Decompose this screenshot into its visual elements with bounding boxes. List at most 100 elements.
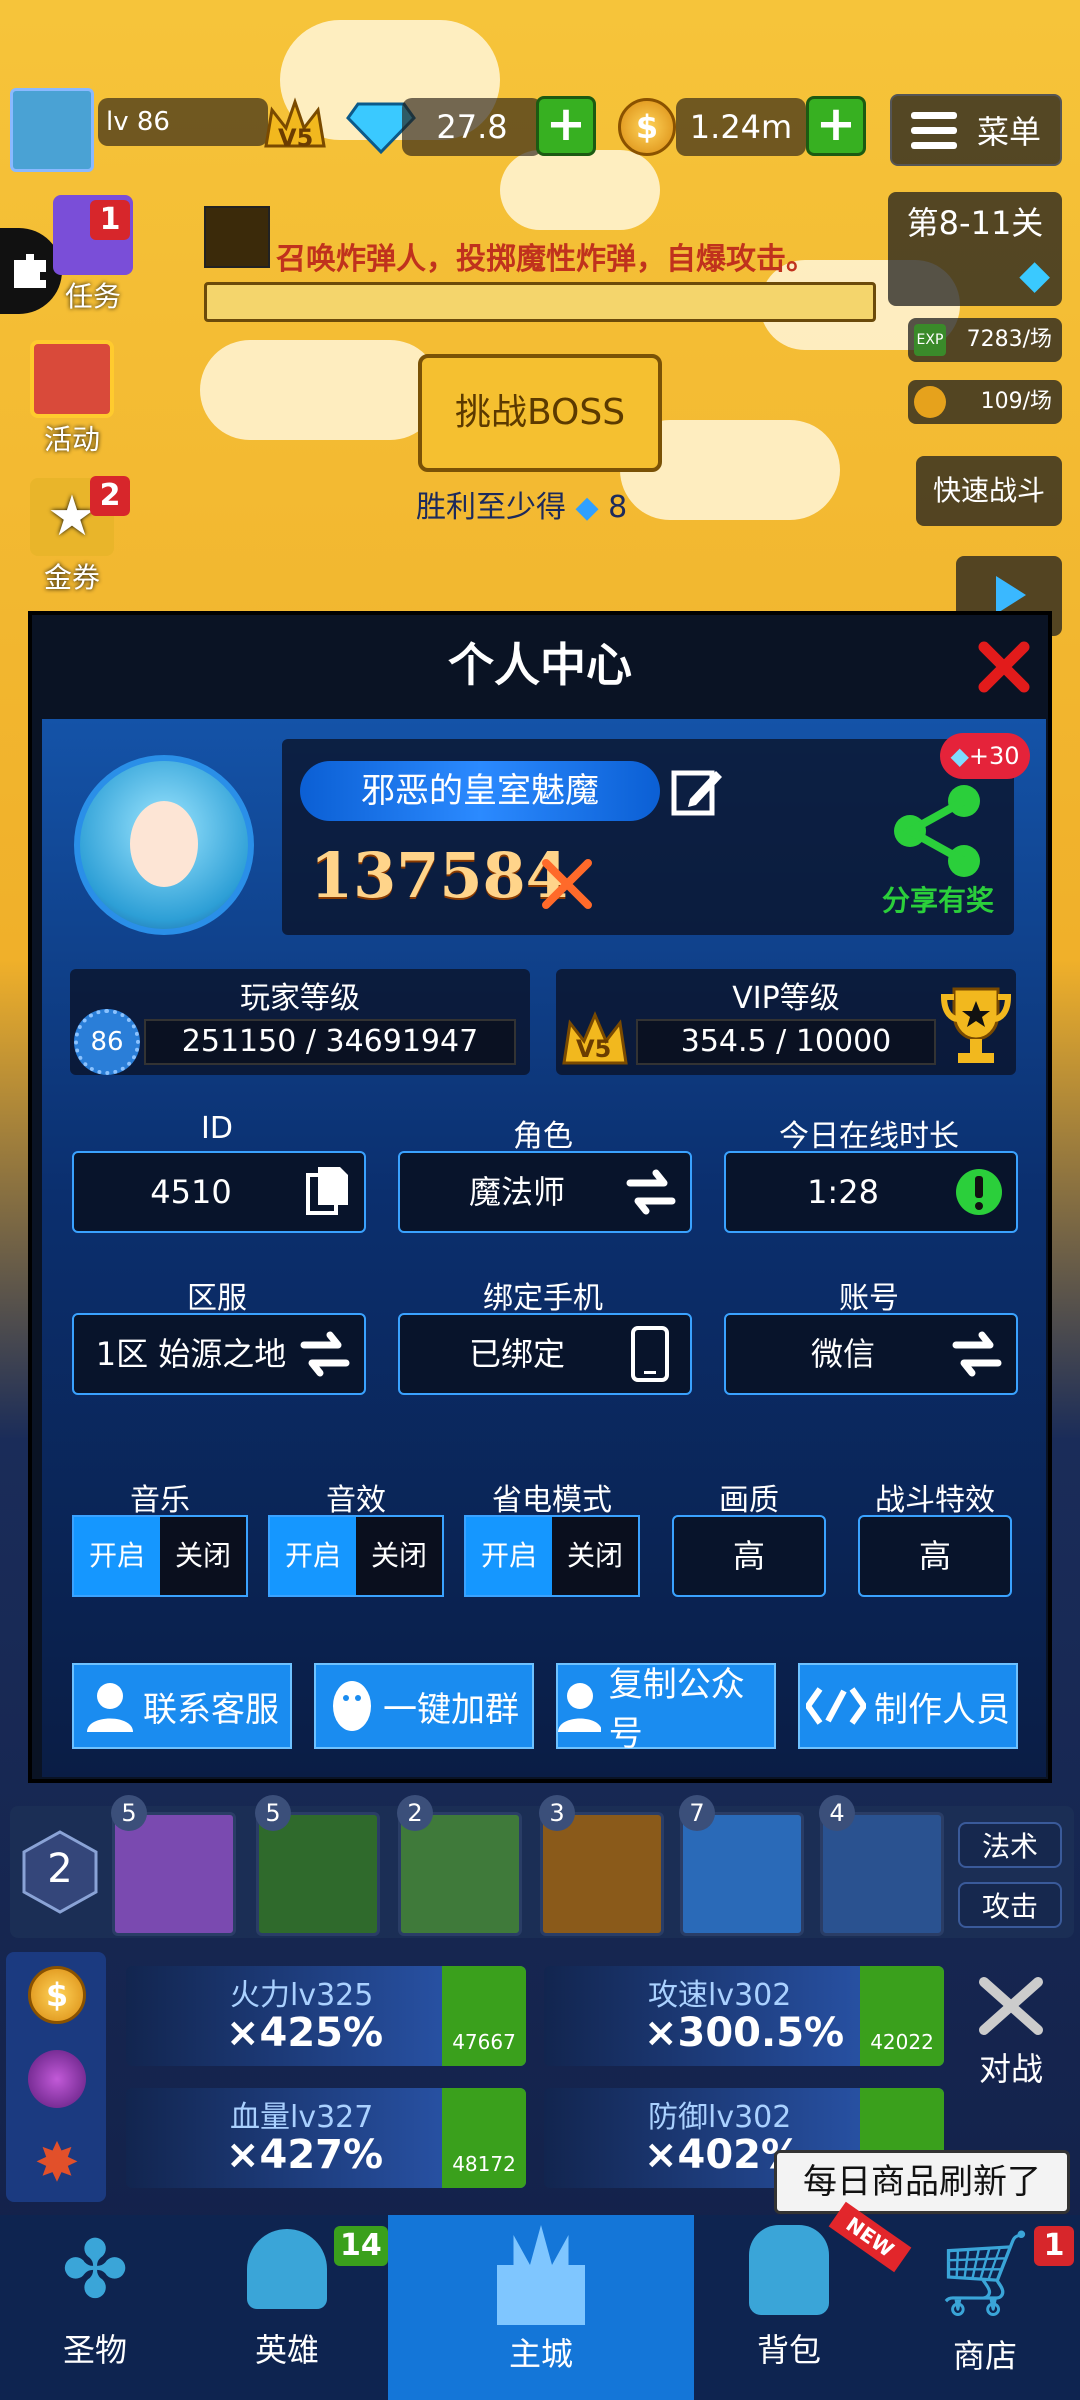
tab-relic[interactable]: ✤ 圣物 <box>0 2215 190 2400</box>
stat-cost[interactable]: 42022 <box>860 1966 944 2066</box>
player-name: 邪恶的皇室魅魔 <box>361 771 599 811</box>
trophy-icon[interactable] <box>940 983 1012 1069</box>
share-bonus: +30 <box>968 742 1020 770</box>
gold-count: 1.24m <box>676 98 806 156</box>
profile-modal: 个人中心 邪恶的皇室魅魔 137584 分享有奖 ◆+30 玩家等级 86 25… <box>28 611 1052 1783</box>
music-off[interactable]: 关闭 <box>160 1517 246 1595</box>
swirl-tab-icon[interactable] <box>28 2050 86 2108</box>
effects-select[interactable]: 高 <box>858 1515 1012 1597</box>
stage-indicator[interactable]: 第8-11关 ◆ <box>888 192 1062 306</box>
exp-rate: EXP 7283/场 <box>908 318 1062 362</box>
online-time-value: 1:28 <box>807 1173 879 1211</box>
copy-official-account-button[interactable]: 复制公众号 <box>556 1663 776 1754</box>
gold-tab-icon[interactable]: $ <box>28 1966 86 2024</box>
tab-bag-label: 背包 <box>756 2331 821 2369</box>
add-gold-button[interactable]: + <box>806 96 866 156</box>
server-value: 1区 始源之地 <box>95 1335 287 1373</box>
battle-label: 对战 <box>978 2050 1043 2088</box>
skill-count: 7 <box>679 1795 715 1831</box>
power-save-off[interactable]: 关闭 <box>552 1517 638 1595</box>
gold-coin-icon: $ <box>618 98 676 156</box>
coupon-badge: 2 <box>90 476 130 516</box>
online-time-field[interactable]: 1:28 <box>724 1151 1018 1233</box>
shop-badge: 1 <box>1034 2226 1074 2266</box>
power-save-toggle[interactable]: 开启 关闭 <box>464 1515 640 1597</box>
activity-label: 活动 <box>43 423 100 456</box>
stat-title: 攻速lv302 <box>648 1978 792 2013</box>
gift-icon <box>30 340 114 418</box>
power-save-on[interactable]: 开启 <box>466 1517 552 1595</box>
exp-rate-text: 7283/场 <box>966 327 1052 352</box>
menu-button[interactable]: 菜单 <box>890 94 1062 166</box>
add-gems-button[interactable]: + <box>536 96 596 156</box>
share-button[interactable]: 分享有奖 <box>868 771 1008 927</box>
user-icon <box>558 1683 601 1732</box>
support-agent-icon <box>87 1683 133 1732</box>
share-bonus-badge: ◆+30 <box>940 733 1030 779</box>
boss-reward-amount: 8 <box>608 490 628 525</box>
join-group-label: 一键加群 <box>383 1689 519 1730</box>
attack-speed-stat[interactable]: 攻速lv302 ×300.5% 42022 <box>544 1966 944 2066</box>
server-label: 区服 <box>187 1281 247 1316</box>
close-button[interactable] <box>976 639 1032 695</box>
castle-icon <box>497 2225 585 2325</box>
skill-slot-2[interactable]: 5 <box>255 1795 380 1936</box>
skill-level: 2 <box>47 1846 73 1892</box>
skill-slot-4[interactable]: 3 <box>539 1795 664 1936</box>
role-field[interactable]: 魔法师 <box>398 1151 692 1233</box>
challenge-boss-button[interactable]: 挑战BOSS <box>418 354 662 472</box>
boss-reward: 胜利至少得 ◆ 8 <box>416 482 676 526</box>
contact-support-button[interactable]: 联系客服 <box>72 1663 292 1749</box>
player-avatar[interactable] <box>74 755 254 935</box>
credits-button[interactable]: 制作人员 <box>798 1663 1018 1749</box>
sfx-toggle[interactable]: 开启 关闭 <box>268 1515 444 1597</box>
gold-rate-text: 109/场 <box>980 389 1052 414</box>
level-badge-text: 86 <box>90 1027 124 1057</box>
battle-button[interactable]: 对战 <box>956 1976 1066 2088</box>
firepower-stat[interactable]: 火力lv325 ×425% 47667 <box>126 1966 526 2066</box>
join-group-button[interactable]: 一键加群 <box>314 1663 534 1749</box>
boss-message: 召唤炸弹人，投掷魔性炸弹，自爆攻击。 <box>276 242 816 277</box>
daily-refresh-toast: 每日商品刷新了 <box>774 2150 1070 2214</box>
server-field[interactable]: 1区 始源之地 <box>72 1313 366 1395</box>
player-level-title: 玩家等级 <box>240 981 360 1016</box>
stat-cost[interactable]: 48172 <box>442 2088 526 2188</box>
tab-city[interactable]: 主城 <box>388 2215 694 2400</box>
phone-field[interactable]: 已绑定 <box>398 1313 692 1395</box>
attack-tab[interactable]: 攻击 <box>958 1882 1062 1928</box>
stat-cost[interactable]: 47667 <box>442 1966 526 2066</box>
id-field[interactable]: 4510 <box>72 1151 366 1233</box>
player-info-panel: 邪恶的皇室魅魔 137584 分享有奖 ◆+30 <box>282 733 1030 935</box>
player-avatar-small[interactable] <box>10 88 94 172</box>
skill-count: 4 <box>819 1795 855 1831</box>
coupon-label: 金券 <box>43 561 100 594</box>
magic-tab[interactable]: 法术 <box>958 1822 1062 1868</box>
music-toggle[interactable]: 开启 关闭 <box>72 1515 248 1597</box>
skill-level-hex[interactable]: 2 <box>18 1830 102 1914</box>
vip-progress: 354.5 / 10000 <box>636 1019 936 1065</box>
quality-select[interactable]: 高 <box>672 1515 826 1597</box>
sfx-on[interactable]: 开启 <box>270 1517 356 1595</box>
id-value: 4510 <box>150 1173 232 1211</box>
sfx-label: 音效 <box>326 1483 386 1518</box>
skill-slot-3[interactable]: 2 <box>397 1795 522 1936</box>
music-on[interactable]: 开启 <box>74 1517 160 1595</box>
edit-name-button[interactable] <box>670 765 724 819</box>
sfx-off[interactable]: 关闭 <box>356 1517 442 1595</box>
skill-slot-1[interactable]: 5 <box>111 1795 236 1936</box>
account-label: 账号 <box>839 1281 899 1316</box>
skill-slot-6[interactable]: 4 <box>819 1795 944 1936</box>
quick-battle-button[interactable]: 快速战斗 <box>916 456 1062 526</box>
account-field[interactable]: 微信 <box>724 1313 1018 1395</box>
skill-slot-5[interactable]: 7 <box>679 1795 804 1936</box>
star-tab-icon[interactable]: ✸ <box>28 2134 86 2192</box>
combat-power: 137584 <box>310 839 569 912</box>
penguin-icon <box>333 1681 371 1731</box>
vip-crown-icon[interactable]: V5 <box>262 96 328 156</box>
player-level-panel: 玩家等级 86 251150 / 34691947 <box>70 969 530 1075</box>
switch-server-icon <box>300 1331 350 1377</box>
tab-relic-label: 圣物 <box>62 2331 127 2369</box>
health-stat[interactable]: 血量lv327 ×427% 48172 <box>126 2088 526 2188</box>
exp-icon: EXP <box>914 324 946 356</box>
activity-button[interactable]: 活动 <box>12 340 132 460</box>
